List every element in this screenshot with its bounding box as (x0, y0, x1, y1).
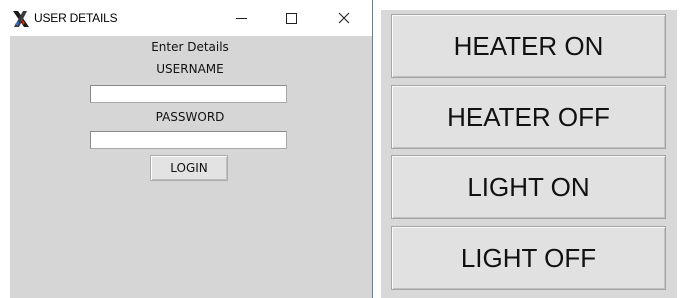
heater-on-button[interactable]: HEATER ON (391, 14, 666, 78)
heater-off-button[interactable]: HEATER OFF (391, 85, 666, 149)
tk-feather-icon (11, 10, 31, 28)
minimize-icon (236, 18, 247, 19)
control-window: HEATER ON HEATER OFF LIGHT ON LIGHT OFF (373, 0, 685, 298)
username-label: USERNAME (156, 62, 224, 76)
password-label: PASSWORD (155, 110, 225, 124)
login-button[interactable]: LOGIN (150, 155, 228, 181)
title-bar[interactable]: USER DETAILS (0, 0, 372, 36)
maximize-icon (286, 13, 297, 24)
light-off-button[interactable]: LIGHT OFF (391, 226, 666, 290)
window-border (0, 36, 10, 298)
password-input[interactable] (90, 131, 287, 149)
form-heading: Enter Details (151, 40, 229, 54)
control-panel: HEATER ON HEATER OFF LIGHT ON LIGHT OFF (381, 10, 677, 298)
close-icon (338, 12, 350, 24)
desktop-area: USER DETAILS Enter Details USERNAME PASS… (0, 0, 685, 298)
username-input[interactable] (90, 85, 287, 103)
window-title: USER DETAILS (34, 11, 118, 25)
user-details-window: USER DETAILS Enter Details USERNAME PASS… (0, 0, 372, 298)
maximize-button[interactable] (278, 6, 306, 30)
light-on-button[interactable]: LIGHT ON (391, 155, 666, 219)
close-button[interactable] (330, 6, 358, 30)
